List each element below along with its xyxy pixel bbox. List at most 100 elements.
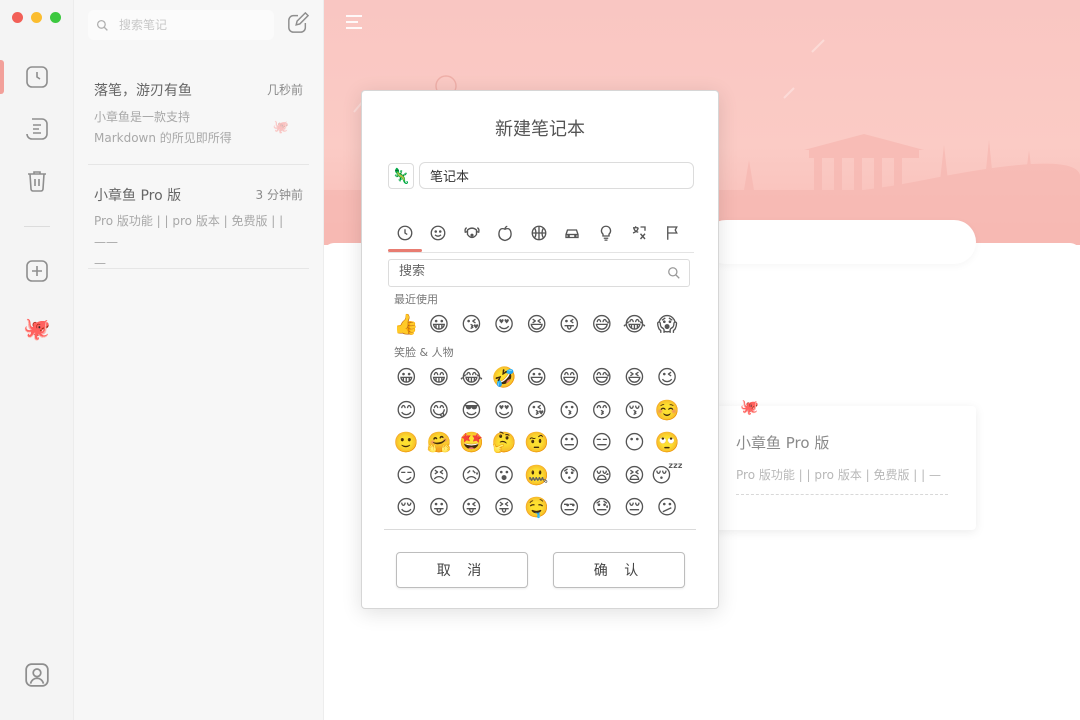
emoji-option[interactable]: 😛 [423,491,456,524]
emoji-option[interactable]: 😙 [586,394,619,427]
tab-recent[interactable] [388,215,422,251]
emoji-option[interactable]: 😘 [455,308,488,341]
emoji-option[interactable]: ☺️ [651,394,684,427]
notebook-octopus[interactable]: 🐙 [23,316,50,342]
emoji-option[interactable]: 🤤 [520,491,553,524]
notes-search-box[interactable] [88,10,274,40]
emoji-option[interactable]: 😏 [390,459,423,492]
cancel-button[interactable]: 取 消 [396,552,528,588]
emoji-option[interactable]: 😅 [586,308,619,341]
emoji-option[interactable]: 😕 [651,491,684,524]
card-preview: Pro 版功能 | | pro 版本 | 免费版 | | — [736,468,942,482]
notebook-card[interactable]: 小章鱼 Pro 版 Pro 版功能 | | pro 版本 | 免费版 | | — [714,406,976,530]
emoji-option[interactable]: 😁 [423,361,456,394]
emoji-option[interactable]: 😣 [423,459,456,492]
zoom-window-button[interactable] [50,12,61,23]
lizard-icon: 🦎 [391,167,411,185]
emoji-option[interactable]: 😆 [520,308,553,341]
emoji-option[interactable]: 😪 [586,459,619,492]
tab-symbols[interactable] [623,215,657,251]
sports-icon [531,225,547,241]
notebook-icon-picker[interactable]: 🦎 [388,163,414,189]
emoji-option[interactable]: 😀 [423,308,456,341]
emoji-option[interactable]: 😚 [618,394,651,427]
emoji-option[interactable]: 😉 [651,361,684,394]
emoji-option[interactable]: 👍 [390,308,423,341]
emoji-option[interactable]: 😍 [488,394,521,427]
emoji-option[interactable]: 😫 [618,459,651,492]
emoji-option[interactable]: 🙂 [390,426,423,459]
main-search-bar[interactable] [704,220,976,264]
emoji-option[interactable]: 🤩 [455,426,488,459]
emoji-option[interactable]: 😓 [586,491,619,524]
note-title: 落笔，游刃有鱼 [94,83,192,99]
emoji-search-input[interactable] [399,264,649,279]
emoji-option[interactable]: 😜 [553,308,586,341]
emoji-option[interactable]: 😌 [390,491,423,524]
tab-objects[interactable] [589,215,623,251]
active-tab-indicator [388,249,422,252]
emoji-option[interactable]: 😥 [455,459,488,492]
emoji-option[interactable]: 😂 [455,361,488,394]
note-preview: Pro 版功能 | | pro 版本 | 免费版 | | —— — [94,211,306,274]
all-notes-button[interactable] [24,116,50,142]
recent-notes-button[interactable] [24,64,50,90]
emoji-option[interactable]: 🙄 [651,426,684,459]
emoji-option[interactable]: 🤗 [423,426,456,459]
notes-search-input[interactable] [119,18,259,32]
emoji-option[interactable]: 😮 [488,459,521,492]
tab-food[interactable] [489,215,523,251]
note-preview-line: Pro 版功能 | | pro 版本 | 免费版 | | —— [94,214,284,249]
tab-animals[interactable] [455,215,489,251]
note-item[interactable]: 小章鱼 Pro 版 3 分钟前 Pro 版功能 | | pro 版本 | 免费版… [88,185,309,270]
active-indicator [0,60,4,94]
emoji-option[interactable]: 😎 [455,394,488,427]
menu-button[interactable] [344,12,364,36]
rail-divider [24,226,50,227]
emoji-option[interactable]: 😅 [586,361,619,394]
emoji-option[interactable]: 😑 [586,426,619,459]
tab-flags[interactable] [656,215,690,251]
emoji-option[interactable]: 😂 [618,308,651,341]
emoji-search-box[interactable] [388,259,690,287]
dialog-title: 新建笔记本 [495,119,585,140]
close-window-button[interactable] [12,12,23,23]
note-item[interactable]: 落笔，游刃有鱼 几秒前 小章鱼是一款支持 Markdown 的所见即所得 🐙 [88,80,309,165]
emoji-option[interactable]: 😱 [651,308,684,341]
emoji-option[interactable]: 😒 [553,491,586,524]
emoji-option[interactable]: 😴 [651,459,684,492]
emoji-option[interactable]: 😄 [553,361,586,394]
tab-sports[interactable] [522,215,556,251]
emoji-option[interactable]: 🤔 [488,426,521,459]
emoji-option[interactable]: 😗 [553,394,586,427]
emoji-option[interactable]: 😀 [390,361,423,394]
emoji-option[interactable]: 😯 [553,459,586,492]
tab-smileys[interactable] [422,215,456,251]
emoji-option[interactable]: 😶 [618,426,651,459]
trash-button[interactable] [24,168,50,194]
emoji-option[interactable]: 😃 [520,361,553,394]
emoji-option[interactable]: 😝 [488,491,521,524]
flags-icon [666,226,678,240]
account-button[interactable] [24,662,50,688]
emoji-option[interactable]: 🤨 [520,426,553,459]
notebook-name-input[interactable] [419,162,694,189]
emoji-option[interactable]: 😍 [488,308,521,341]
emoji-option[interactable]: 🤣 [488,361,521,394]
recent-emoji-grid: 👍 😀 😘 😍 😆 😜 😅 😂 😱 [390,308,683,341]
card-title: 小章鱼 Pro 版 [736,434,830,452]
emoji-option[interactable]: 😊 [390,394,423,427]
emoji-option[interactable]: 😔 [618,491,651,524]
new-note-button[interactable] [287,11,311,36]
add-notebook-button[interactable] [24,258,50,284]
tab-travel[interactable] [556,215,590,251]
minimize-window-button[interactable] [31,12,42,23]
emoji-option[interactable]: 😆 [618,361,651,394]
emoji-option[interactable]: 😐 [553,426,586,459]
emoji-option[interactable]: 😜 [455,491,488,524]
emoji-option[interactable]: 😋 [423,394,456,427]
emoji-option[interactable]: 🤐 [520,459,553,492]
confirm-button[interactable]: 确 认 [553,552,685,588]
note-preview-line: — [94,256,106,270]
emoji-option[interactable]: 😘 [520,394,553,427]
